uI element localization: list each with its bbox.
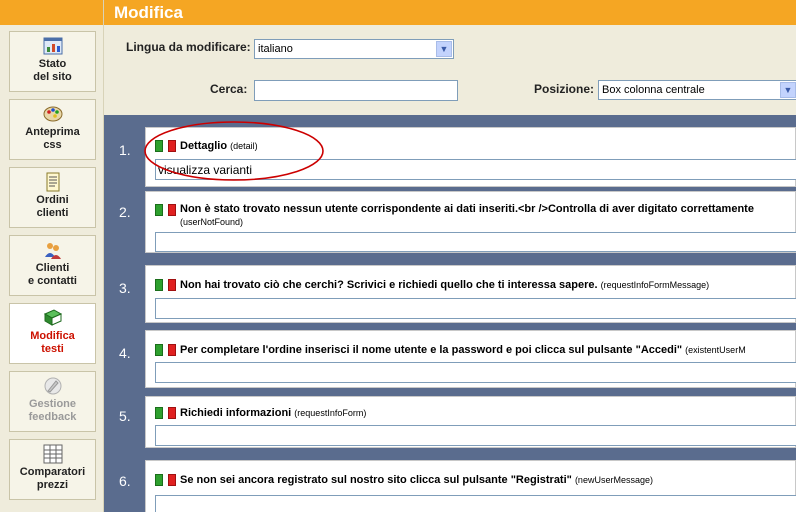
entry-key: (userNotFound): [180, 217, 244, 227]
entry-number: 2.: [119, 204, 131, 220]
entry-title: Richiedi informazioni (requestInfoForm): [180, 407, 367, 419]
entry-value-input[interactable]: [155, 425, 796, 446]
language-select-value: italiano: [258, 43, 293, 55]
entry-number: 5.: [119, 408, 131, 424]
sidebar-item-label: Modifica: [30, 330, 75, 342]
sidebar-item-label: testi: [41, 343, 64, 355]
sidebar-item-label: e contatti: [28, 275, 77, 287]
sidebar-item-label: Gestione: [28, 398, 77, 410]
pen-icon: [44, 377, 61, 395]
sidebar-header: [0, 0, 103, 25]
entry-number: 6.: [119, 473, 131, 489]
chevron-down-icon: ▼: [436, 41, 452, 57]
chevron-down-icon: ▼: [780, 82, 796, 98]
table-icon: [43, 444, 62, 464]
sidebar-item-label: del sito: [33, 71, 72, 83]
sidebar: Stato del sito Anteprima css Ordini clie…: [0, 0, 104, 512]
entry-title: Non hai trovato ciò che cerchi? Scrivici…: [180, 279, 710, 291]
language-flags-icon: [155, 407, 179, 419]
list-item: Non hai trovato ciò che cerchi? Scrivici…: [145, 265, 796, 323]
highlight-annotation: [144, 121, 324, 181]
language-flags-icon: [155, 204, 179, 216]
list-item: Se non sei ancora registrato sul nostro …: [145, 460, 796, 512]
sidebar-item-label: clienti: [36, 207, 69, 219]
sidebar-item-label: feedback: [28, 411, 77, 423]
sidebar-item-clienti-contatti[interactable]: Clienti e contatti: [9, 235, 96, 296]
sidebar-item-label: prezzi: [36, 479, 69, 491]
entry-title: Se non sei ancora registrato sul nostro …: [180, 474, 653, 486]
list-item: Per completare l'ordine inserisci il nom…: [145, 330, 796, 388]
sidebar-item-anteprima-css[interactable]: Anteprima css: [9, 99, 96, 160]
sidebar-item-ordini-clienti[interactable]: Ordini clienti: [9, 167, 96, 228]
sidebar-item-label: Ordini: [36, 194, 69, 206]
sidebar-item-label: Anteprima: [25, 126, 80, 138]
page-header: Modifica: [104, 0, 796, 25]
sidebar-item-label: Stato: [38, 58, 67, 70]
language-flags-icon: [155, 474, 179, 486]
language-label: Lingua da modificare:: [126, 40, 251, 54]
entry-title: Non è stato trovato nessun utente corris…: [180, 203, 754, 215]
list-item: Non è stato trovato nessun utente corris…: [145, 191, 796, 253]
position-select-value: Box colonna centrale: [602, 84, 705, 96]
search-input[interactable]: [254, 80, 458, 101]
chart-window-icon: [43, 37, 62, 55]
entry-value-input[interactable]: [155, 362, 796, 383]
document-icon: [46, 172, 59, 192]
filter-panel: Lingua da modificare: italiano ▼ Cerca: …: [104, 25, 796, 115]
sidebar-item-label: css: [43, 139, 62, 151]
position-label: Posizione:: [534, 82, 595, 96]
entry-value-input[interactable]: [155, 232, 796, 252]
sidebar-item-label: Comparatori: [19, 466, 86, 478]
palette-icon: [43, 106, 62, 122]
language-flags-icon: [155, 279, 179, 291]
search-label: Cerca:: [210, 82, 248, 96]
users-icon: [44, 243, 61, 259]
entry-title: Per completare l'ordine inserisci il nom…: [180, 344, 746, 356]
entry-value-input[interactable]: [155, 298, 796, 319]
entry-number: 4.: [119, 345, 131, 361]
sidebar-item-stato-sito[interactable]: Stato del sito: [9, 31, 96, 92]
language-select[interactable]: italiano ▼: [254, 39, 454, 59]
language-flags-icon: [155, 344, 179, 356]
position-select[interactable]: Box colonna centrale ▼: [598, 80, 796, 100]
sidebar-item-modifica-testi[interactable]: Modifica testi: [9, 303, 96, 364]
entry-number: 1.: [119, 142, 131, 158]
entry-number: 3.: [119, 280, 131, 296]
entry-value-input[interactable]: [155, 495, 796, 512]
sidebar-item-comparatori-prezzi[interactable]: Comparatori prezzi: [9, 439, 96, 500]
page-title: Modifica: [114, 3, 183, 22]
sidebar-item-gestione-feedback[interactable]: Gestione feedback: [9, 371, 96, 432]
book-icon: [43, 309, 62, 326]
list-item: Richiedi informazioni (requestInfoForm): [145, 396, 796, 448]
sidebar-item-label: Clienti: [35, 262, 70, 274]
